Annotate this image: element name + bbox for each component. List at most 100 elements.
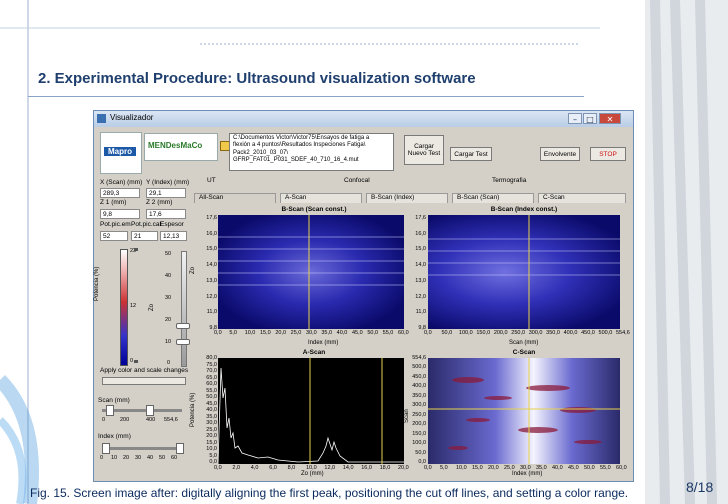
window-titlebar[interactable]: Visualizador – □ ✕ [94,111,633,127]
maximize-icon[interactable]: □ [583,113,597,124]
color-scale-bar[interactable] [120,249,128,366]
y-tick-label: 75,0 [206,361,217,368]
index-slider-tick: 50 [159,455,166,461]
color-scale-handle-bottom[interactable] [134,360,138,363]
bscan-index-title: B-Scan (Index const.) [490,206,558,213]
x-tick-label: 20,0 [488,465,499,471]
bscan-index-plot[interactable] [428,215,620,329]
y-tick-label: 350,0 [412,392,426,399]
visualizer-window: Visualizador – □ ✕ Mapro MENDesMaCo C:\D… [93,110,634,482]
y-tick-label: 250,0 [412,411,426,418]
x-tick-label: 554,6 [616,330,630,336]
y-tick-label: 100,0 [412,440,426,447]
z-slider-thumb-top[interactable] [176,323,190,329]
load-new-test-button[interactable]: Cargar Nuevo Test [404,135,444,165]
x-scan-field[interactable]: 289,3 [100,188,140,198]
close-icon[interactable]: ✕ [599,113,621,124]
x-tick-label: 25,0 [504,465,515,471]
ascan-waveform [217,358,404,465]
z-tick: 30 [165,295,172,301]
x-tick-label: 350,0 [546,330,560,336]
y-tick-label: 17,6 [415,215,426,221]
y-tick-label: 15,0 [206,246,217,253]
z-tick: 20 [165,317,172,323]
y-tick-label: 554,6 [412,355,426,361]
x-tick-label: 500,0 [598,330,613,336]
pot-pic-cal-label: Pot.pic.cal [131,221,161,228]
slide-title: 2. Experimental Procedure: Ultrasound vi… [38,70,476,87]
path-line: C:\Documentos Victor\Victor75\Ensayos de… [233,135,370,141]
section-ut[interactable]: UT [207,177,216,184]
tab-all-scan[interactable]: All-Scan [194,193,276,203]
x-tick-label: 50,0 [367,330,379,336]
bscan-index-xticks: 0,0 50,0 100,0 150,0 200,0 250,0 300,0 350,0 400… [424,330,630,338]
y-tick-label: 400,0 [412,383,426,390]
y-tick-label: 30,0 [206,420,217,426]
index-slider-tick: 40 [147,455,154,461]
x-tick-label: 0,0 [214,330,222,336]
thickness-field[interactable]: 12,13 [160,231,187,241]
bscan-scan-plot[interactable] [218,215,404,329]
x-tick-label: 20,0 [275,330,287,336]
ascan-xticks: 0,0 2,0 4,0 6,0 8,0 10,0 12,0 14,0 16,0 18,0 20,0 [214,465,409,473]
tab-a-scan[interactable]: A-Scan [280,193,362,203]
path-line: GFRP_FAT01_P031_SDEF_40_710_16_4.mut [233,157,359,164]
color-scale-label: Potencia (%) [94,266,100,301]
pot-pic-em-field[interactable]: 52 [100,231,128,241]
z2-field[interactable]: 17,6 [146,209,186,219]
section-thermography[interactable]: Termografia [492,177,526,184]
section-confocal[interactable]: Confocal [344,177,370,184]
index-slider-track[interactable] [102,447,182,450]
scan-slider-track[interactable] [102,409,182,412]
y-tick-label: 40,0 [206,407,217,413]
pot-pic-cal-field[interactable]: 21 [131,231,158,241]
load-test-button[interactable]: Cargar Test [450,147,492,161]
z-range-slider[interactable] [181,251,187,367]
path-line: Pack2_2010_03_07\ [233,149,289,156]
scan-slider-thumb-right[interactable] [146,405,154,416]
x-tick-label: 10,0 [306,465,317,471]
x-tick-label: 60,0 [616,465,627,471]
x-tick-label: 12,0 [324,465,336,471]
apply-changes-button[interactable] [102,377,186,385]
scan-slider-thumb-left[interactable] [106,405,114,416]
tab-b-scan-scan[interactable]: B-Scan (Scan) [452,193,534,203]
x-tick-label: 200,0 [493,330,508,336]
x-tick-label: 55,0 [600,465,611,471]
x-tick-label: 4,0 [250,465,259,471]
path-line: flexión a 4 puntos\Resultados Inspecione… [233,142,366,149]
z-slider-thumb-bottom[interactable] [176,339,190,345]
x-tick-label: 30,0 [520,465,531,471]
bscan-index-yticks: 17,6 16,0 15,0 14,0 13,0 12,0 11,0 9,8 [407,215,427,333]
minimize-icon[interactable]: – [568,113,582,124]
index-slider-thumb-left[interactable] [102,443,110,454]
x-tick-label: 50,0 [584,465,595,471]
tab-c-scan[interactable]: C-Scan [538,193,626,203]
index-slider-thumb-right[interactable] [176,443,184,454]
cscan-image [428,358,620,464]
figure-caption: Fig. 15. Screen image after: digitally a… [30,486,629,500]
y-tick-label: 300,0 [412,402,426,409]
file-path-field[interactable]: C:\Documentos Victor\Victor75\Ensayos de… [229,133,394,171]
cscan-plot[interactable] [428,358,620,464]
bscan-scan-yticks: 17,6 16,0 15,0 14,0 13,0 12,0 11,0 9,8 [198,215,218,333]
bscan-scan-ylabel: Zo [190,266,196,274]
ascan-plot[interactable] [217,358,404,465]
z-tick: 50 [165,251,172,257]
y-index-field[interactable]: 29,1 [146,188,186,198]
bscan-scan-title: B-Scan (Scan const.) [281,206,347,213]
stop-button[interactable]: STOP [590,147,626,161]
tab-b-scan-index[interactable]: B-Scan (Index) [366,193,448,203]
app-icon [97,114,106,123]
z-tick: 40 [165,273,172,279]
x-tick-label: 50,0 [441,330,453,336]
index-slider-tick: 30 [135,455,142,461]
y-tick-label: 50,0 [415,449,426,456]
envelope-button[interactable]: Envolvente [540,147,580,161]
color-scale-handle-top[interactable] [134,248,138,251]
x-tick-label: 18,0 [379,465,391,471]
z1-field[interactable]: 9,8 [100,209,140,219]
scan-slider-tick: 554,6 [164,417,178,423]
x-tick-label: 5,0 [440,465,448,471]
y-tick-label: 14,0 [415,262,426,269]
